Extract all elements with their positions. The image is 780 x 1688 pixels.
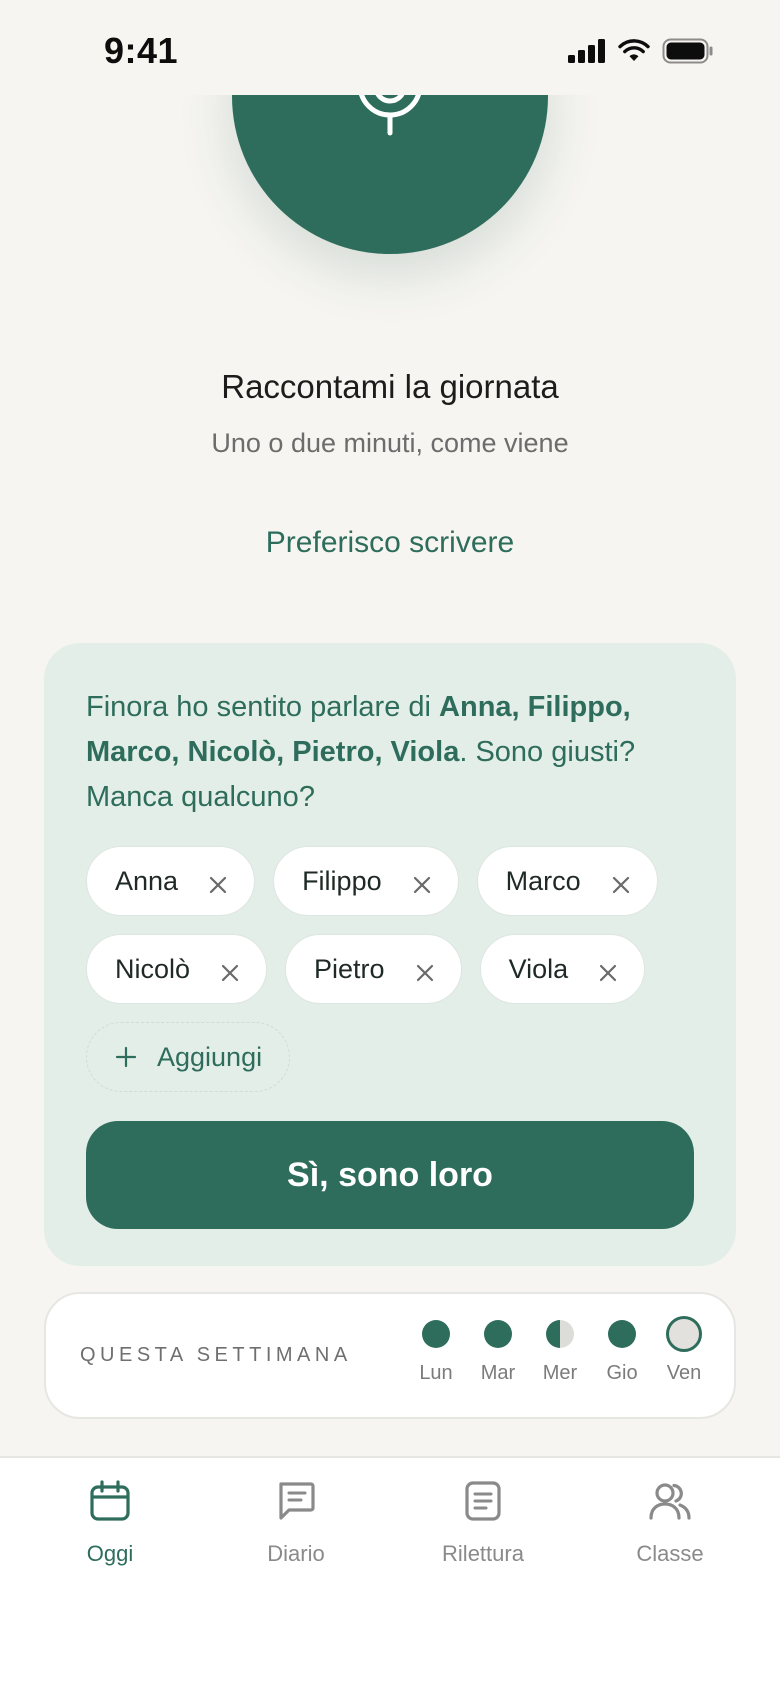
wifi-icon <box>618 39 650 68</box>
names-question: Finora ho sentito parlare di Anna, Filip… <box>86 685 686 820</box>
name-chip-label: Viola <box>508 953 569 984</box>
remove-icon[interactable] <box>220 959 240 982</box>
name-chip-label: Filippo <box>302 865 382 896</box>
day-monday: Lun <box>416 1320 456 1385</box>
name-chips: Anna Filippo Marco Nicolò Pietro Viola A… <box>86 846 706 1092</box>
day-wednesday: Mer <box>540 1320 580 1385</box>
today-screen: 9:41 Raccontami la giornata Uno o due mi… <box>0 0 780 1688</box>
tab-rilettura[interactable]: Rilettura <box>403 1480 563 1567</box>
confirm-names-button[interactable]: Sì, sono loro <box>86 1121 694 1229</box>
add-name-button[interactable]: Aggiungi <box>86 1022 290 1092</box>
remove-icon[interactable] <box>208 871 228 894</box>
tab-label: Rilettura <box>442 1541 524 1566</box>
names-confirmation-card: Finora ho sentito parlare di Anna, Filip… <box>44 643 736 1266</box>
tab-label: Diario <box>267 1541 325 1566</box>
day-tuesday: Mar <box>478 1320 518 1385</box>
names-question-prefix: Finora ho sentito parlare di <box>86 691 440 723</box>
document-icon <box>462 1480 504 1527</box>
day-status-dot <box>546 1320 574 1348</box>
name-chip-label: Marco <box>505 865 581 896</box>
tab-bar: Oggi Diario Rilettura Classe <box>0 1456 780 1688</box>
remove-icon[interactable] <box>611 871 631 894</box>
users-icon <box>649 1480 691 1527</box>
tab-diario[interactable]: Diario <box>216 1480 376 1567</box>
day-label: Lun <box>419 1362 453 1384</box>
recorder-title: Raccontami la giornata <box>221 368 559 405</box>
write-instead-link[interactable]: Preferisco scrivere <box>0 526 780 560</box>
name-chip-label: Anna <box>115 865 179 896</box>
day-label: Ven <box>666 1362 702 1384</box>
day-status-dot <box>484 1320 512 1348</box>
status-bar: 9:41 <box>0 0 780 95</box>
tab-label: Oggi <box>86 1541 134 1566</box>
day-label: Mar <box>480 1362 516 1384</box>
remove-icon[interactable] <box>598 959 618 982</box>
tab-classe[interactable]: Classe <box>590 1480 750 1567</box>
recorder-subtitle: Uno o due minuti, come viene <box>211 428 569 458</box>
recorder-area <box>0 95 780 335</box>
day-status-dot <box>666 1316 702 1352</box>
name-chip[interactable]: Marco <box>476 846 658 916</box>
status-icons <box>568 38 714 69</box>
tab-label: Classe <box>636 1541 704 1566</box>
day-thursday: Gio <box>602 1320 642 1385</box>
name-chip[interactable]: Anna <box>86 846 256 916</box>
day-label: Gio <box>606 1362 638 1384</box>
cellular-signal-icon <box>568 39 606 68</box>
name-chip[interactable]: Viola <box>479 934 646 1004</box>
day-status-dot <box>608 1320 636 1348</box>
status-time: 9:41 <box>104 30 179 71</box>
add-name-label: Aggiungi <box>157 1041 263 1072</box>
journal-icon <box>275 1480 317 1527</box>
record-button[interactable] <box>232 95 548 254</box>
day-status-dot <box>422 1320 450 1348</box>
week-label: QUESTA SETTIMANA <box>80 1344 352 1366</box>
name-chip[interactable]: Pietro <box>285 934 462 1004</box>
day-friday: Ven <box>664 1316 704 1385</box>
battery-icon <box>662 38 714 69</box>
day-label: Mer <box>542 1362 578 1384</box>
microphone-icon <box>355 95 425 142</box>
remove-icon[interactable] <box>415 959 435 982</box>
chip-row: Anna Filippo Marco <box>86 846 706 916</box>
chip-row: Nicolò Pietro Viola <box>86 934 706 1004</box>
name-chip-label: Pietro <box>314 953 385 984</box>
name-chip[interactable]: Nicolò <box>86 934 268 1004</box>
tab-oggi[interactable]: Oggi <box>30 1480 190 1567</box>
name-chip[interactable]: Filippo <box>273 846 459 916</box>
week-progress-card: QUESTA SETTIMANA Lun Mar Mer Gio Ven <box>44 1292 736 1419</box>
plus-icon <box>115 1041 137 1073</box>
name-chip-label: Nicolò <box>115 953 191 984</box>
calendar-icon <box>89 1480 131 1527</box>
week-days: Lun Mar Mer Gio Ven <box>416 1316 704 1385</box>
remove-icon[interactable] <box>412 871 432 894</box>
